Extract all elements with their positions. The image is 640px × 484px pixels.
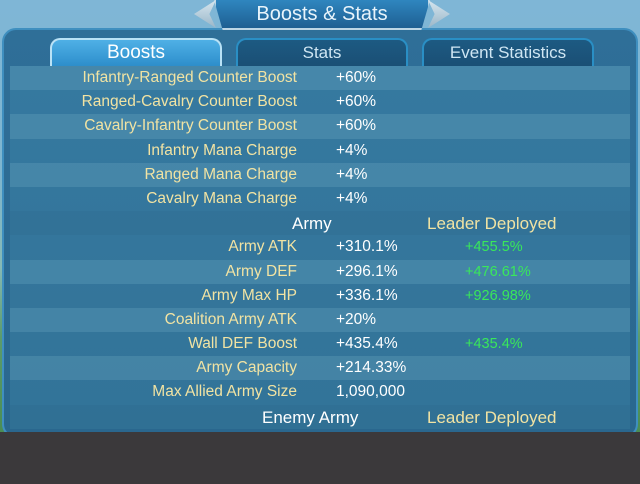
stat-value: +4% (336, 165, 368, 183)
list-item: Ranged Mana Charge +4% (10, 162, 630, 187)
prev-arrow-icon[interactable] (194, 0, 216, 28)
stat-label: Ranged Mana Charge (144, 165, 297, 183)
tab-event-statistics[interactable]: Event Statistics (422, 38, 594, 66)
stat-value: +4% (336, 141, 368, 159)
list-item: Army Max HP +336.1% +926.98% (10, 283, 630, 308)
list-item: Army ATK +310.1% +455.5% (10, 235, 630, 260)
next-arrow-icon[interactable] (428, 0, 450, 28)
tab-stats[interactable]: Stats (236, 38, 408, 66)
stat-label: Army ATK (228, 238, 297, 256)
stat-value: +60% (336, 69, 377, 86)
stat-label: Army Max HP (201, 286, 297, 304)
army-section-header: Army Leader Deployed (10, 211, 630, 236)
stat-label: Army Capacity (196, 359, 297, 377)
list-item: Cavalry Mana Charge +4% (10, 186, 630, 212)
list-item: Army DEF +296.1% +476.61% (10, 259, 630, 284)
stat-label: Max Allied Army Size (152, 383, 297, 401)
stat-value: +20% (336, 310, 377, 328)
list-item: Infantry-Ranged Counter Boost +60% (10, 66, 630, 91)
stat-label: Ranged-Cavalry Counter Boost (81, 93, 297, 111)
stat-value: +214.33% (336, 359, 407, 377)
leader-value: +476.61% (465, 263, 531, 280)
tab-boosts[interactable]: Boosts (50, 38, 222, 66)
stat-value: +310.1% (336, 238, 398, 256)
list-item: Coalition Army ATK +20% (10, 307, 630, 333)
stat-value: +435.4% (336, 335, 398, 353)
window-title: Boosts & Stats (214, 0, 430, 30)
list-item: Cavalry-Infantry Counter Boost +60% (10, 114, 630, 139)
stat-value: +60% (336, 93, 377, 111)
stat-label: Cavalry-Infantry Counter Boost (84, 117, 297, 135)
stat-label: Infantry Mana Charge (147, 141, 297, 159)
army-header: Army (292, 214, 332, 234)
stat-label: Infantry-Ranged Counter Boost (82, 69, 297, 86)
boosts-list[interactable]: Infantry-Ranged Counter Boost +60% Range… (10, 66, 630, 432)
stat-value: +60% (336, 117, 377, 135)
leader-deployed-header: Leader Deployed (427, 214, 557, 234)
leader-value: +435.4% (465, 336, 523, 353)
leader-value: +455.5% (465, 239, 523, 256)
stat-label: Army DEF (225, 262, 297, 280)
enemy-army-header: Enemy Army (262, 407, 359, 427)
stat-label: Cavalry Mana Charge (146, 189, 297, 207)
leader-value: +926.98% (465, 287, 531, 304)
list-item: Army Capacity +214.33% (10, 356, 630, 381)
bottom-bar (0, 432, 640, 484)
stat-label: Wall DEF Boost (188, 335, 297, 353)
enemy-leader-deployed-header: Leader Deployed (427, 407, 557, 427)
stat-value: +336.1% (336, 286, 398, 304)
game-screen: Boosts & Stats Boosts Stats Event Statis… (0, 0, 640, 432)
list-item: Wall DEF Boost +435.4% +435.4% (10, 332, 630, 357)
enemy-section-header: Enemy Army Leader Deployed (10, 404, 630, 429)
list-item: Ranged-Cavalry Counter Boost +60% (10, 90, 630, 115)
stat-value: +4% (336, 189, 368, 207)
list-item: Infantry Mana Charge +4% (10, 138, 630, 163)
stat-label: Coalition Army ATK (164, 310, 297, 328)
stat-value: +296.1% (336, 262, 398, 280)
stat-value: 1,090,000 (336, 383, 405, 401)
list-item: Max Allied Army Size 1,090,000 (10, 380, 630, 405)
